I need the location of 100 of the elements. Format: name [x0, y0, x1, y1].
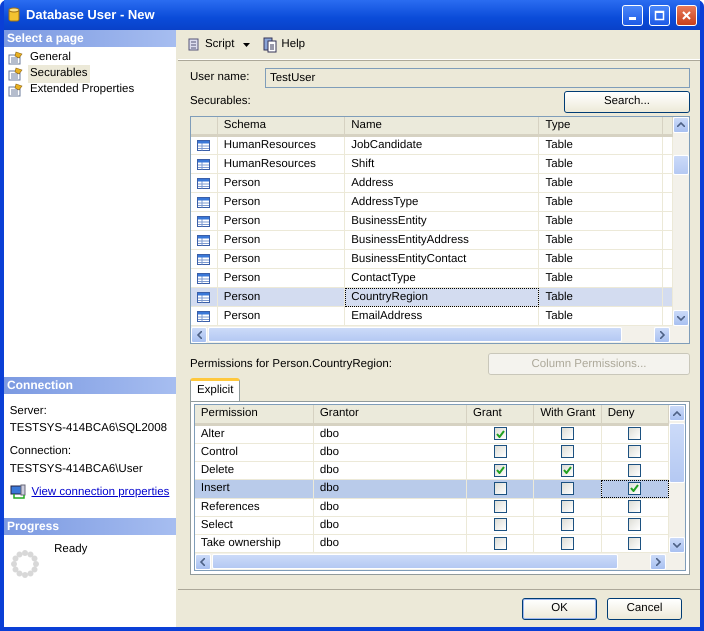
scrollbar-thumb[interactable] — [673, 154, 689, 175]
column-header[interactable]: Type — [538, 116, 662, 136]
checkbox[interactable] — [494, 427, 507, 440]
connection-properties-link[interactable]: View connection properties — [32, 484, 170, 501]
table-cell: BusinessEntity — [344, 212, 539, 231]
sidebar-item[interactable]: General — [28, 49, 73, 66]
server-label: Server: — [10, 404, 48, 419]
checkbox[interactable] — [628, 500, 642, 514]
vertical-scrollbar[interactable] — [669, 405, 686, 554]
table-cell: Person — [217, 288, 345, 307]
table-icon — [197, 254, 210, 265]
progress-spinner-icon — [10, 548, 40, 579]
table-icon — [197, 272, 210, 284]
checkbox[interactable] — [628, 536, 642, 550]
scroll-left-icon — [200, 558, 206, 566]
ok-button[interactable]: OK — [522, 598, 597, 620]
progress-status: Ready — [54, 542, 88, 557]
checkbox[interactable] — [628, 445, 642, 458]
checkbox[interactable] — [561, 500, 574, 514]
section-header: Progress — [4, 518, 176, 535]
maximize-icon — [654, 10, 666, 20]
maximize-button[interactable] — [649, 4, 670, 26]
sidebar-item[interactable]: Extended Properties — [28, 81, 136, 98]
vertical-scrollbar[interactable] — [673, 116, 689, 326]
close-button[interactable] — [676, 4, 698, 26]
column-header[interactable]: With Grant — [534, 405, 602, 424]
checkbox[interactable] — [561, 445, 574, 458]
scroll-up-icon — [677, 122, 685, 128]
column-header[interactable]: Name — [344, 116, 539, 136]
script-button[interactable]: Script — [184, 34, 252, 54]
checkbox[interactable] — [561, 518, 574, 532]
table-icon — [197, 216, 210, 227]
help-button[interactable]: Help — [260, 34, 308, 54]
minimize-icon — [629, 16, 636, 20]
table-cell: Person — [217, 192, 345, 212]
caret-icon — [243, 42, 250, 46]
cancel-button[interactable]: Cancel — [607, 598, 682, 620]
table-cell: BusinessEntityAddress — [344, 230, 539, 250]
page-icon — [8, 50, 24, 65]
checkbox[interactable] — [628, 464, 642, 477]
page-icon — [8, 82, 24, 97]
checkbox[interactable] — [628, 518, 642, 532]
table-cell: Table — [538, 174, 662, 193]
table-cell: Address — [344, 174, 539, 193]
table-cell: BusinessEntityContact — [344, 250, 539, 269]
help-icon — [262, 36, 278, 52]
table-icon — [197, 292, 210, 303]
server-value: TESTSYS-414BCA6\SQL2008 — [10, 421, 168, 436]
scrollbar-thumb[interactable] — [669, 423, 686, 484]
checkbox[interactable] — [494, 482, 507, 495]
scroll-right-icon — [660, 330, 664, 339]
column-header[interactable]: Permission — [194, 405, 314, 424]
database-icon — [8, 7, 20, 23]
table-cell: Person — [217, 212, 345, 231]
horizontal-scrollbar[interactable] — [191, 326, 689, 344]
scroll-down-icon — [677, 316, 685, 321]
checkbox[interactable] — [494, 536, 507, 550]
scrollbar-thumb[interactable] — [212, 554, 618, 570]
checkbox[interactable] — [561, 427, 574, 440]
table-cell: JobCandidate — [344, 136, 539, 155]
table-cell: References — [194, 498, 314, 516]
checkbox[interactable] — [494, 445, 507, 458]
column-header[interactable]: Grantor — [313, 405, 466, 424]
close-icon — [681, 10, 692, 20]
user-name-field[interactable]: TestUser — [265, 68, 690, 88]
minimize-button[interactable] — [622, 4, 644, 26]
table-cell: Shift — [344, 154, 539, 174]
search-button[interactable]: Search... — [564, 90, 690, 113]
table-cell: dbo — [313, 516, 466, 535]
table-cell: Table — [538, 212, 662, 231]
checkbox[interactable] — [628, 482, 642, 495]
column-header[interactable]: Schema — [217, 116, 345, 136]
checkbox[interactable] — [561, 464, 574, 477]
table-cell: Table — [538, 250, 662, 269]
table-cell: CountryRegion — [344, 288, 539, 307]
checkbox[interactable] — [494, 518, 507, 532]
checkbox[interactable] — [494, 500, 507, 514]
tab[interactable]: Explicit — [190, 378, 240, 400]
computer-icon — [10, 484, 26, 500]
column-header[interactable]: Grant — [466, 405, 534, 424]
horizontal-scrollbar[interactable] — [194, 553, 686, 570]
window-title: Database User - New — [26, 6, 156, 24]
checkbox[interactable] — [561, 536, 574, 550]
table-cell: Table — [538, 288, 662, 307]
section-header: Connection — [4, 377, 176, 394]
scrollbar-thumb[interactable] — [208, 327, 622, 342]
connection-value: TESTSYS-414BCA6\User — [10, 462, 144, 476]
checkbox[interactable] — [561, 482, 574, 495]
scroll-down-icon — [673, 542, 682, 548]
table-icon — [197, 178, 210, 189]
table-cell: Table — [538, 154, 662, 174]
checkbox[interactable] — [628, 427, 642, 440]
scroll-up-icon — [673, 410, 682, 416]
table-cell: Person — [217, 250, 345, 269]
column-header[interactable]: Deny — [601, 405, 669, 424]
table-cell: dbo — [313, 498, 466, 516]
page-icon — [8, 66, 24, 81]
table-cell: Table — [538, 136, 662, 155]
checkbox[interactable] — [494, 464, 507, 477]
sidebar-item[interactable]: Securables — [28, 65, 90, 82]
